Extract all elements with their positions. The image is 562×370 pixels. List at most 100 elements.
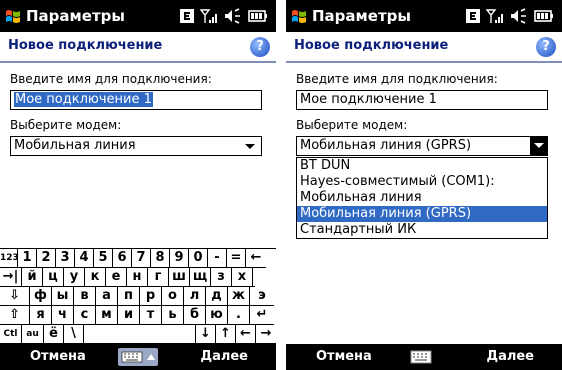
dropdown-option[interactable]: Стандартный ИК xyxy=(297,222,547,238)
keyboard-key[interactable]: ш xyxy=(169,268,190,287)
keyboard-key[interactable]: а xyxy=(96,287,118,306)
keyboard-row-5: Ctl au ё \ ↓ ↑ ← → xyxy=(0,325,276,344)
modem-select[interactable]: Мобильная линия xyxy=(10,136,262,156)
keyboard-key[interactable]: - xyxy=(208,249,227,268)
keyboard-key[interactable]: б xyxy=(184,306,206,325)
keyboard-key[interactable]: н xyxy=(127,268,148,287)
keyboard-key[interactable]: я xyxy=(30,306,52,325)
keyboard-icon[interactable] xyxy=(410,348,432,366)
modem-select[interactable]: Мобильная линия (GPRS) xyxy=(296,136,548,156)
help-icon[interactable]: ? xyxy=(250,37,270,57)
modem-select-value: Мобильная линия (GPRS) xyxy=(300,138,472,153)
keyboard-spacer xyxy=(253,268,255,287)
page-header: Новое подключение ? xyxy=(286,33,562,63)
keyboard-key[interactable]: р xyxy=(140,287,162,306)
keyboard-key[interactable]: 7 xyxy=(132,249,151,268)
keyboard-key[interactable]: ж xyxy=(228,287,250,306)
arrow-down-key[interactable]: ↓ xyxy=(196,325,216,344)
keyboard-key[interactable]: 123 xyxy=(0,249,18,268)
keyboard-key[interactable]: 0 xyxy=(189,249,208,268)
keyboard-key[interactable]: au xyxy=(22,325,44,344)
keyboard-key[interactable]: 9 xyxy=(170,249,189,268)
keyboard-icon[interactable] xyxy=(118,348,158,366)
keyboard-key[interactable]: о xyxy=(162,287,184,306)
dropdown-option-selected[interactable]: Мобильная линия (GPRS) xyxy=(297,206,547,222)
keyboard-key[interactable]: 1 xyxy=(18,249,37,268)
keyboard-key[interactable]: ю xyxy=(206,306,228,325)
cancel-button[interactable]: Отмена xyxy=(30,349,86,364)
modem-label: Выберите модем: xyxy=(296,118,408,132)
chevron-down-icon[interactable] xyxy=(245,144,255,149)
tab-key[interactable]: →| xyxy=(0,268,22,287)
battery-icon xyxy=(248,10,267,22)
connection-name-label: Введите имя для подключения: xyxy=(10,72,212,86)
keyboard-key[interactable]: ь xyxy=(162,306,184,325)
windows-flag-icon[interactable] xyxy=(290,7,308,25)
keyboard-key[interactable]: = xyxy=(227,249,246,268)
battery-icon xyxy=(534,10,553,22)
keyboard-key[interactable]: е xyxy=(106,268,127,287)
enter-key[interactable]: ↵ xyxy=(250,306,274,325)
keyboard-key[interactable]: 3 xyxy=(56,249,75,268)
keyboard-key[interactable]: . xyxy=(228,306,250,325)
ctrl-key[interactable]: Ctl xyxy=(0,325,22,344)
keyboard-key[interactable]: в xyxy=(74,287,96,306)
dropdown-option[interactable]: Мобильная линия xyxy=(297,190,547,206)
keyboard-key[interactable]: з xyxy=(211,268,232,287)
keyboard-key[interactable]: и xyxy=(118,306,140,325)
dropdown-option[interactable]: Hayes-совместимый (COM1): xyxy=(297,174,547,190)
keyboard-key[interactable]: х xyxy=(232,268,253,287)
page-title: Новое подключение xyxy=(8,38,163,53)
keyboard-key[interactable]: ц xyxy=(43,268,64,287)
space-key[interactable] xyxy=(84,325,196,344)
keyboard-key[interactable]: 6 xyxy=(113,249,132,268)
keyboard-key[interactable]: п xyxy=(118,287,140,306)
keyboard-key[interactable]: 2 xyxy=(37,249,56,268)
status-icons xyxy=(466,7,554,25)
keyboard-key[interactable]: ы xyxy=(52,287,74,306)
keyboard-key[interactable]: м xyxy=(96,306,118,325)
keyboard-key[interactable]: д xyxy=(206,287,228,306)
keyboard-key[interactable]: г xyxy=(148,268,169,287)
keyboard-key[interactable]: ф xyxy=(30,287,52,306)
caps-key[interactable]: ⇩ xyxy=(0,287,30,306)
keyboard-key[interactable]: к xyxy=(85,268,106,287)
screen-right: Параметры Новое подключение ? Введите им… xyxy=(286,0,562,370)
keyboard-key[interactable]: 8 xyxy=(151,249,170,268)
arrow-right-key[interactable]: → xyxy=(256,325,276,344)
keyboard-key[interactable]: э xyxy=(250,287,274,306)
next-button[interactable]: Далее xyxy=(200,349,248,364)
keyboard-key[interactable]: щ xyxy=(190,268,211,287)
signal-strength-icon xyxy=(486,9,503,23)
chevron-down-icon[interactable] xyxy=(530,136,548,156)
keyboard-key[interactable]: с xyxy=(74,306,96,325)
volume-icon[interactable] xyxy=(510,8,528,24)
help-icon[interactable]: ? xyxy=(536,37,556,57)
volume-icon[interactable] xyxy=(224,8,242,24)
keyboard-key[interactable]: й xyxy=(22,268,43,287)
connection-name-input[interactable]: Мое подключение 1 xyxy=(296,90,548,110)
shift-key[interactable]: ⇧ xyxy=(0,306,30,325)
keyboard-row-3: ⇩ ф ы в а п р о л д ж э xyxy=(0,287,276,306)
arrow-left-key[interactable]: ← xyxy=(236,325,256,344)
keyboard-key[interactable]: у xyxy=(64,268,85,287)
keyboard-key[interactable]: 5 xyxy=(94,249,113,268)
keyboard-key[interactable]: т xyxy=(140,306,162,325)
dropdown-option[interactable]: BT DUN xyxy=(297,158,547,174)
cancel-button[interactable]: Отмена xyxy=(316,349,372,364)
keyboard-key[interactable]: л xyxy=(184,287,206,306)
windows-flag-icon[interactable] xyxy=(4,7,22,25)
modem-dropdown-list: BT DUN Hayes-совместимый (COM1): Мобильн… xyxy=(296,157,548,239)
connection-name-input[interactable]: Мое подключение 1 xyxy=(10,90,262,110)
status-bar: Параметры xyxy=(286,0,562,32)
keyboard-row-4: ⇧ я ч с м и т ь б ю . ↵ xyxy=(0,306,276,325)
backspace-key[interactable]: ← xyxy=(246,249,266,268)
keyboard-key[interactable]: ч xyxy=(52,306,74,325)
keyboard-key[interactable]: \ xyxy=(64,325,84,344)
modem-select-value: Мобильная линия xyxy=(14,138,136,153)
keyboard-key[interactable]: ё xyxy=(44,325,64,344)
arrow-up-key[interactable]: ↑ xyxy=(216,325,236,344)
keyboard-row-1: 123 1 2 3 4 5 6 7 8 9 0 - = ← xyxy=(0,249,276,268)
next-button[interactable]: Далее xyxy=(486,349,534,364)
keyboard-key[interactable]: 4 xyxy=(75,249,94,268)
